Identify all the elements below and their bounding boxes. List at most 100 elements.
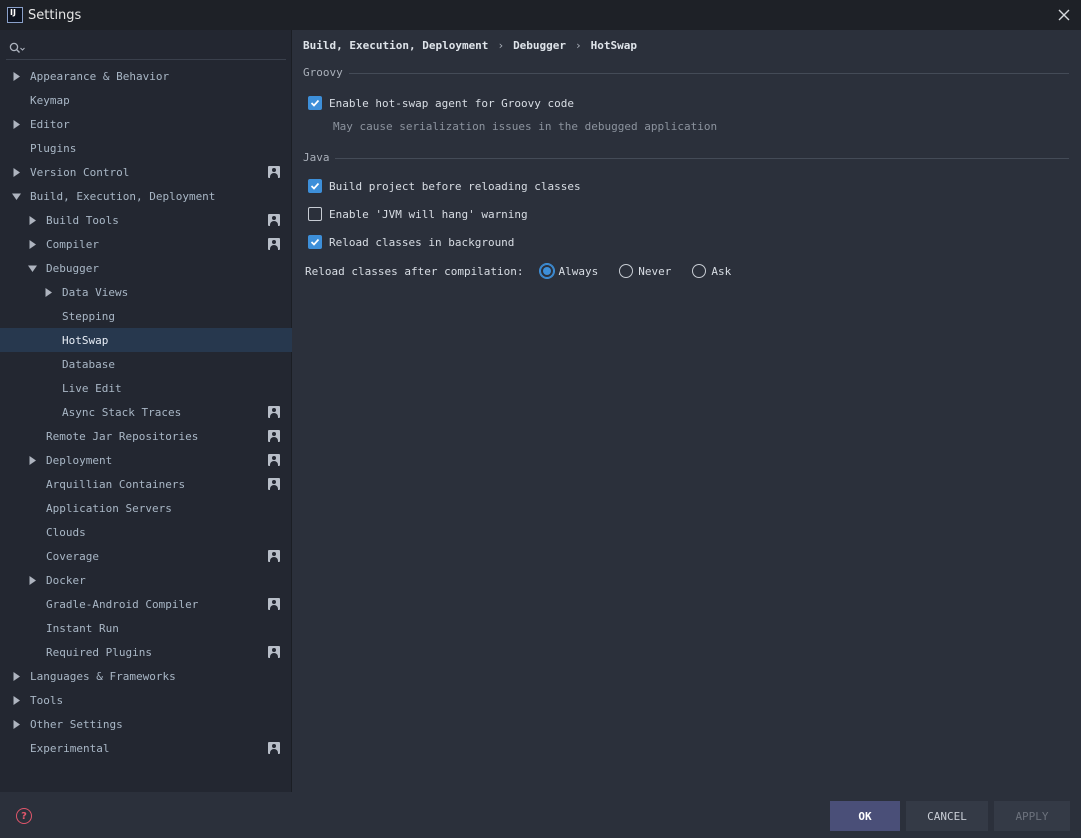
breadcrumb-item: Build, Execution, Deployment — [303, 39, 489, 52]
sidebar-item-label: Version Control — [30, 165, 130, 179]
sidebar-item-label: Stepping — [62, 309, 115, 323]
collapsed-arrow-icon[interactable] — [11, 695, 21, 705]
sidebar-item[interactable]: Deployment — [0, 448, 292, 472]
sidebar-item-label: Async Stack Traces — [62, 405, 182, 419]
reload-background-option[interactable]: Reload classes in background — [308, 235, 514, 249]
sidebar-item[interactable]: Version Control — [0, 160, 292, 184]
sidebar-item-label: Other Settings — [30, 717, 123, 731]
sidebar-item-label: Data Views — [62, 285, 129, 299]
sidebar-item[interactable]: Plugins — [0, 136, 292, 160]
sidebar-item[interactable]: Arquillian Containers — [0, 472, 292, 496]
sidebar-item[interactable]: Stepping — [0, 304, 292, 328]
search-box[interactable] — [6, 36, 286, 60]
build-before-reload-label: Build project before reloading classes — [329, 179, 581, 193]
sidebar-item[interactable]: Editor — [0, 112, 292, 136]
sidebar-item[interactable]: Database — [0, 352, 292, 376]
sidebar-item-label: Remote Jar Repositories — [46, 429, 199, 443]
sidebar-item-label: HotSwap — [62, 333, 109, 347]
sidebar-item[interactable]: Tools — [0, 688, 292, 712]
search-icon — [9, 42, 25, 54]
sidebar-item[interactable]: Debugger — [0, 256, 292, 280]
collapsed-arrow-icon[interactable] — [11, 719, 21, 729]
settings-sidebar: Appearance & Behavior Keymap Editor Plugins… — [0, 30, 292, 792]
sidebar-item[interactable]: Docker — [0, 568, 292, 592]
sidebar-item-label: Application Servers — [46, 501, 172, 515]
breadcrumb: Build, Execution, Deployment › Debugger … — [303, 39, 637, 52]
sidebar-item[interactable]: Appearance & Behavior — [0, 64, 292, 88]
collapsed-arrow-icon[interactable] — [27, 575, 37, 585]
sidebar-item-label: Gradle-Android Compiler — [46, 597, 199, 611]
sidebar-item[interactable]: HotSwap — [0, 328, 292, 352]
project-scope-icon — [268, 214, 280, 226]
sidebar-item[interactable]: Other Settings — [0, 712, 292, 736]
sidebar-item[interactable]: Compiler — [0, 232, 292, 256]
sidebar-item[interactable]: Build Tools — [0, 208, 292, 232]
java-section-title: Java — [303, 151, 330, 164]
sidebar-item[interactable]: Application Servers — [0, 496, 292, 520]
collapsed-arrow-icon[interactable] — [27, 455, 37, 465]
sidebar-item[interactable]: Clouds — [0, 520, 292, 544]
sidebar-item[interactable]: Gradle-Android Compiler — [0, 592, 292, 616]
sidebar-item[interactable]: Data Views — [0, 280, 292, 304]
breadcrumb-separator: › — [497, 39, 505, 52]
collapsed-arrow-icon[interactable] — [11, 71, 21, 81]
project-scope-icon — [268, 238, 280, 250]
intellij-logo-icon: IJ — [7, 7, 23, 23]
help-icon[interactable]: ? — [16, 808, 32, 824]
cancel-button[interactable]: CANCEL — [906, 801, 988, 831]
groovy-hotswap-agent-checkbox[interactable] — [308, 96, 322, 110]
sidebar-item[interactable]: Live Edit — [0, 376, 292, 400]
sidebar-item-label: Experimental — [30, 741, 110, 755]
sidebar-item[interactable]: Build, Execution, Deployment — [0, 184, 292, 208]
ok-button[interactable]: OK — [830, 801, 900, 831]
collapsed-arrow-icon[interactable] — [11, 119, 21, 129]
project-scope-icon — [268, 598, 280, 610]
sidebar-item-label: Deployment — [46, 453, 113, 467]
radio-never[interactable] — [619, 264, 634, 278]
expanded-arrow-icon[interactable] — [27, 263, 37, 273]
close-icon[interactable] — [1053, 4, 1075, 26]
sidebar-item-label: Coverage — [46, 549, 99, 563]
sidebar-item-label: Database — [62, 357, 115, 371]
collapsed-arrow-icon[interactable] — [27, 239, 37, 249]
jvm-hang-warning-option[interactable]: Enable 'JVM will hang' warning — [308, 207, 528, 221]
search-input[interactable] — [29, 37, 286, 58]
sidebar-item[interactable]: Languages & Frameworks — [0, 664, 292, 688]
sidebar-item[interactable]: Async Stack Traces — [0, 400, 292, 424]
jvm-hang-warning-label: Enable 'JVM will hang' warning — [329, 207, 528, 221]
sidebar-item[interactable]: Keymap — [0, 88, 292, 112]
sidebar-item-label: Debugger — [46, 261, 99, 275]
radio-option-ask[interactable]: Ask — [692, 264, 731, 278]
sidebar-item[interactable]: Coverage — [0, 544, 292, 568]
sidebar-item-label: Docker — [46, 573, 86, 587]
sidebar-item[interactable]: Required Plugins — [0, 640, 292, 664]
sidebar-item-label: Required Plugins — [46, 645, 152, 659]
collapsed-arrow-icon[interactable] — [27, 215, 37, 225]
sidebar-item[interactable]: Instant Run — [0, 616, 292, 640]
sidebar-item-label: Clouds — [46, 525, 86, 539]
title-bar: IJ Settings — [0, 0, 1081, 30]
reload-background-label: Reload classes in background — [329, 235, 515, 249]
apply-button[interactable]: APPLY — [994, 801, 1070, 831]
jvm-hang-warning-checkbox[interactable] — [308, 207, 322, 221]
collapsed-arrow-icon[interactable] — [43, 287, 53, 297]
expanded-arrow-icon[interactable] — [11, 191, 21, 201]
build-before-reload-checkbox[interactable] — [308, 179, 322, 193]
window-title: Settings — [28, 7, 82, 23]
radio-option-never[interactable]: Never — [619, 264, 671, 278]
reload-background-checkbox[interactable] — [308, 235, 322, 249]
radio-always[interactable] — [539, 264, 554, 278]
sidebar-item-label: Appearance & Behavior — [30, 69, 170, 83]
sidebar-item-label: Tools — [30, 693, 64, 707]
radio-option-always[interactable]: Always — [539, 264, 598, 278]
collapsed-arrow-icon[interactable] — [11, 167, 21, 177]
sidebar-item[interactable]: Experimental — [0, 736, 292, 760]
radio-ask[interactable] — [692, 264, 707, 278]
sidebar-item[interactable]: Remote Jar Repositories — [0, 424, 292, 448]
groovy-hotswap-agent-option[interactable]: Enable hot-swap agent for Groovy code — [308, 96, 574, 110]
project-scope-icon — [268, 454, 280, 466]
project-scope-icon — [268, 166, 280, 178]
sidebar-item-label: Compiler — [46, 237, 99, 251]
build-before-reload-option[interactable]: Build project before reloading classes — [308, 179, 581, 193]
collapsed-arrow-icon[interactable] — [11, 671, 21, 681]
